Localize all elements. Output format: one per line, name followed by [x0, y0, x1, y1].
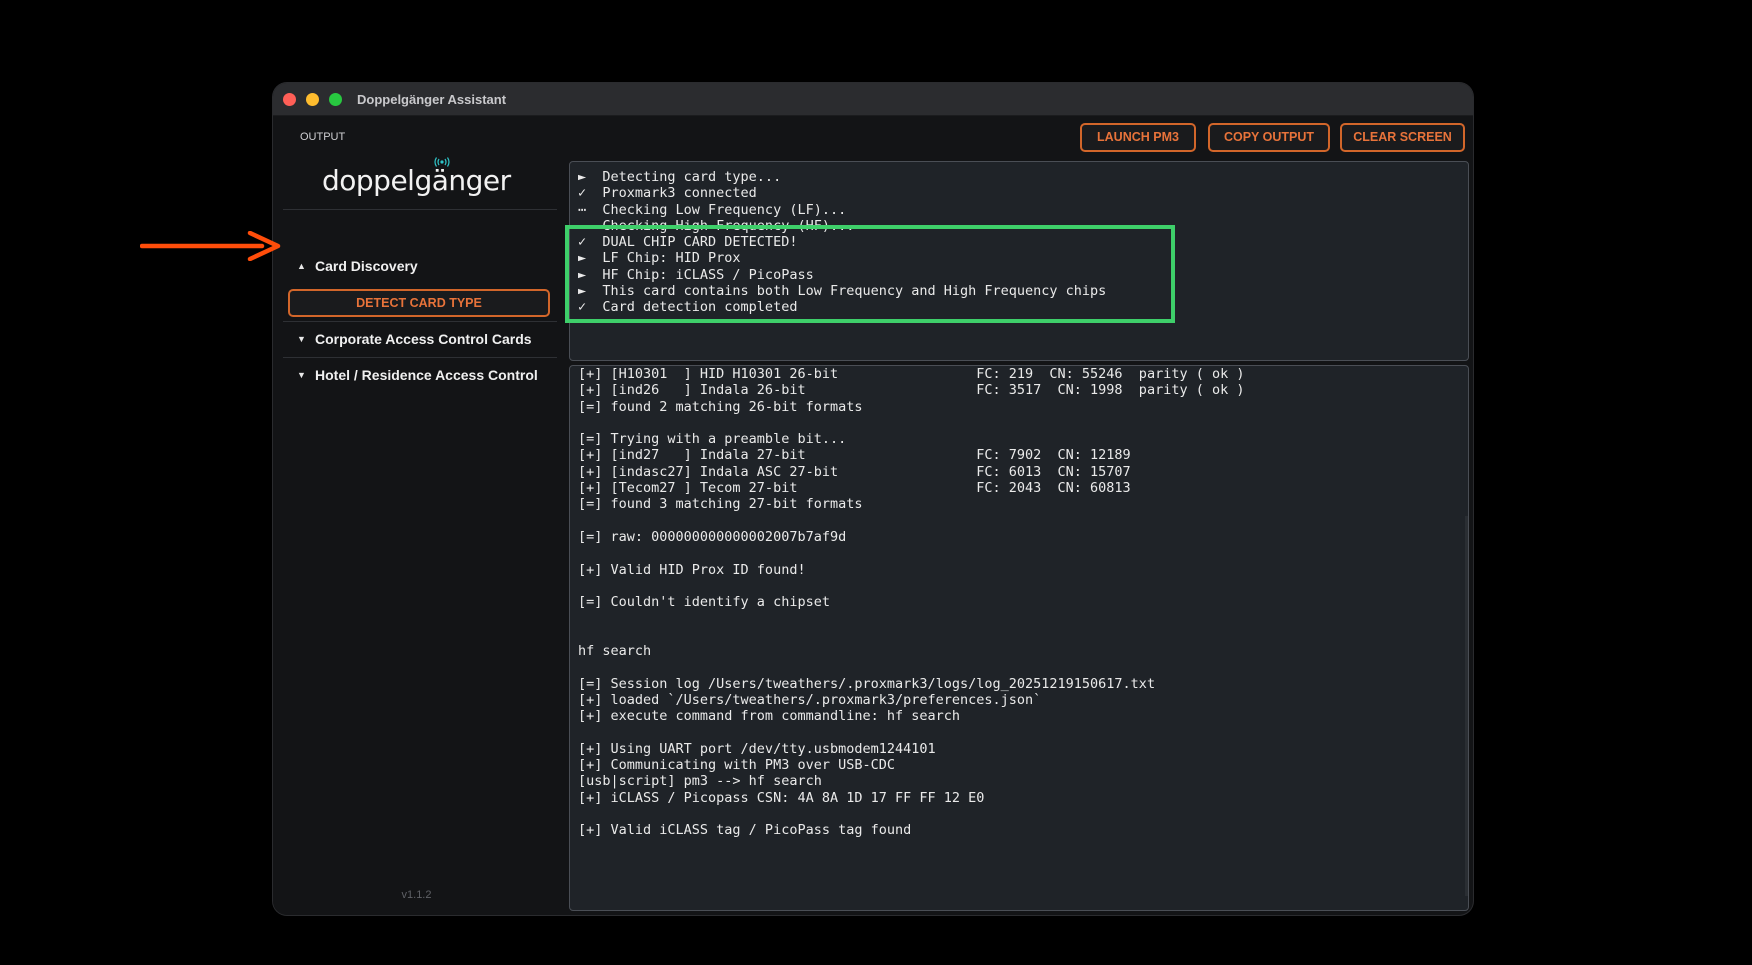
log-line: [+] [ind27 ] Indala 27-bit FC: 7902 CN: …: [578, 447, 1131, 464]
title-bar: Doppelgänger Assistant: [273, 83, 1473, 116]
section-corporate-access[interactable]: ▼ Corporate Access Control Cards: [297, 331, 532, 347]
sidebar-divider: [283, 209, 557, 210]
log-line: [+] iCLASS / Picopass CSN: 4A 8A 1D 17 F…: [578, 789, 985, 806]
log-line: hf search: [578, 643, 652, 660]
zoom-window-button[interactable]: [329, 93, 342, 106]
log-line: [+] Using UART port /dev/tty.usbmodem124…: [578, 740, 936, 757]
log-line: [=] Trying with a preamble bit...: [578, 431, 847, 448]
sidebar-divider: [283, 357, 557, 358]
status-line: ► Detecting card type...: [578, 169, 782, 185]
log-line: [=] Couldn't identify a chipset: [578, 594, 830, 611]
copy-output-button[interactable]: COPY OUTPUT: [1208, 123, 1330, 152]
log-line: [+] [indasc27] Indala ASC 27-bit FC: 601…: [578, 463, 1131, 480]
log-line: [+] loaded `/Users/tweathers/.proxmark3/…: [578, 691, 1042, 708]
log-line: [+] [Tecom27 ] Tecom 27-bit FC: 2043 CN:…: [578, 480, 1131, 497]
launch-pm3-button[interactable]: LAUNCH PM3: [1080, 123, 1196, 152]
highlight-box: [565, 225, 1175, 323]
chevron-down-icon: ▼: [297, 334, 306, 344]
log-line: [+] execute command from commandline: hf…: [578, 708, 961, 725]
app-logo: doppelgänger: [322, 164, 511, 197]
section-card-discovery[interactable]: ▲ Card Discovery: [297, 258, 418, 274]
sidebar: doppelgänger ▲ Card Discovery DETECT CAR…: [273, 116, 560, 915]
arrow-annotation-icon: [140, 231, 281, 261]
log-line: [+] [ind26 ] Indala 26-bit FC: 3517 CN: …: [578, 382, 1245, 399]
status-line: ⋯ Checking Low Frequency (LF)...: [578, 201, 847, 218]
log-line: [+] Valid HID Prox ID found!: [578, 561, 806, 578]
clear-screen-button[interactable]: CLEAR SCREEN: [1340, 123, 1465, 152]
section-label: Corporate Access Control Cards: [315, 331, 532, 347]
log-line: [=] Session log /Users/tweathers/.proxma…: [578, 675, 1156, 692]
section-hotel-residence[interactable]: ▼ Hotel / Residence Access Control: [297, 367, 538, 383]
log-line: [usb|script] pm3 --> hf search: [578, 773, 822, 790]
chevron-down-icon: ▼: [297, 370, 306, 380]
version-label: v1.1.2: [401, 889, 432, 901]
status-line: ✓ Proxmark3 connected: [578, 185, 757, 202]
log-line: [+] [H10301 ] HID H10301 26-bit FC: 219 …: [578, 366, 1245, 382]
sidebar-divider: [283, 321, 557, 322]
log-line: [=] raw: 000000000000002007b7af9d: [578, 528, 847, 545]
section-label: Card Discovery: [315, 258, 418, 274]
log-line: [+] Valid iCLASS tag / PicoPass tag foun…: [578, 822, 912, 839]
log-line: [=] found 3 matching 27-bit formats: [578, 496, 863, 513]
log-line: [=] found 2 matching 26-bit formats: [578, 398, 863, 415]
chevron-up-icon: ▲: [297, 261, 306, 271]
minimize-window-button[interactable]: [306, 93, 319, 106]
close-window-button[interactable]: [283, 93, 296, 106]
log-lines: [+] [H10301 ] HID H10301 26-bit FC: 219 …: [578, 366, 1244, 839]
log-line: [+] Communicating with PM3 over USB-CDC: [578, 757, 895, 774]
output-label: OUTPUT: [300, 131, 346, 143]
window-title: Doppelgänger Assistant: [357, 92, 507, 107]
scrollbar[interactable]: [1465, 516, 1468, 896]
detect-card-type-button[interactable]: DETECT CARD TYPE: [288, 289, 550, 317]
pm3-log-panel[interactable]: [+] [H10301 ] HID H10301 26-bit FC: 219 …: [569, 365, 1469, 911]
section-label: Hotel / Residence Access Control: [315, 367, 538, 383]
